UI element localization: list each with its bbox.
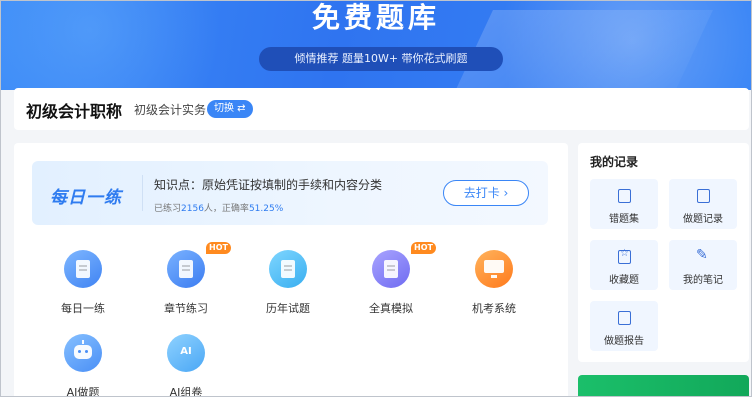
green-action-button[interactable] xyxy=(578,375,749,397)
practice-panel: 每日一练 知识点：原始凭证按填制的手续和内容分类 已练习2156人，正确率51.… xyxy=(14,143,568,397)
record-label: 收藏题 xyxy=(609,275,639,286)
history-icon xyxy=(697,189,710,203)
daily-practice-icon xyxy=(64,250,102,288)
record-label: 我的笔记 xyxy=(683,275,723,286)
mock-exam-icon xyxy=(372,250,410,288)
record-label: 做题记录 xyxy=(683,214,723,225)
knowledge-point: 知识点：原始凭证按填制的手续和内容分类 xyxy=(154,178,383,192)
practice-stats: 已练习2156人，正确率51.25% xyxy=(154,201,283,214)
record-favorites[interactable]: 收藏题 xyxy=(590,240,658,290)
feature-label: AI做题 xyxy=(66,386,100,397)
ai-paper-icon: AI xyxy=(167,334,205,372)
hero-banner: 免费题库 倾情推荐 题量10W+ 带你花式刷题 xyxy=(0,0,752,90)
feature-computer-exam[interactable]: 机考系统 xyxy=(454,250,534,320)
feature-chapter-practice[interactable]: HOT 章节练习 xyxy=(146,242,231,320)
feature-mock-exam[interactable]: HOT 全真模拟 xyxy=(351,242,436,320)
computer-exam-icon xyxy=(475,250,513,288)
feature-ai-paper[interactable]: AI AI组卷 xyxy=(146,334,226,397)
daily-practice-logo: 每日一练 xyxy=(50,188,122,208)
report-icon xyxy=(618,311,631,325)
feature-label: AI组卷 xyxy=(169,386,203,397)
notes-icon xyxy=(696,247,710,264)
hot-badge: HOT xyxy=(411,242,436,254)
chapter-practice-icon xyxy=(167,250,205,288)
robot-icon xyxy=(64,334,102,372)
accuracy-rate: 51.25% xyxy=(248,204,284,214)
daily-practice-card[interactable]: 每日一练 知识点：原始凭证按填制的手续和内容分类 已练习2156人，正确率51.… xyxy=(32,161,548,225)
current-subject: 初级会计实务 xyxy=(134,103,207,117)
divider xyxy=(142,175,143,211)
feature-label: 章节练习 xyxy=(164,302,208,315)
feature-label: 机考系统 xyxy=(472,302,516,315)
record-label: 错题集 xyxy=(609,214,639,225)
favorites-icon xyxy=(618,248,631,264)
hot-badge: HOT xyxy=(206,242,231,254)
practice-count: 2156 xyxy=(181,204,204,214)
feature-past-exams[interactable]: 历年试题 xyxy=(248,250,328,320)
banner-tagline: 倾情推荐 题量10W+ 带你花式刷题 xyxy=(259,47,503,71)
subject-title: 初级会计职称 xyxy=(26,102,123,121)
subject-bar: 初级会计职称 初级会计实务 切换 ⇄ xyxy=(14,88,749,130)
stats-prefix: 已练习 xyxy=(154,204,182,214)
feature-label: 历年试题 xyxy=(266,302,310,315)
my-records-panel: 我的记录 错题集 做题记录 收藏题 我的笔记 做题报告 xyxy=(578,143,749,362)
records-title: 我的记录 xyxy=(590,155,639,169)
feature-ai-practice[interactable]: AI做题 xyxy=(43,334,123,397)
banner-title: 免费题库 xyxy=(311,1,440,34)
record-label: 做题报告 xyxy=(604,336,644,347)
punch-in-button[interactable]: 去打卡 › xyxy=(443,180,529,206)
feature-label: 每日一练 xyxy=(61,302,105,315)
wrong-answers-icon xyxy=(618,189,631,203)
switch-subject-button[interactable]: 切换 ⇄ xyxy=(207,100,253,118)
past-exams-icon xyxy=(269,250,307,288)
record-history[interactable]: 做题记录 xyxy=(669,179,737,229)
stats-mid: 人，正确率 xyxy=(203,204,249,214)
record-report[interactable]: 做题报告 xyxy=(590,301,658,351)
ai-glyph: AI xyxy=(180,346,192,357)
record-notes[interactable]: 我的笔记 xyxy=(669,240,737,290)
feature-daily-practice[interactable]: 每日一练 xyxy=(43,250,123,320)
feature-label: 全真模拟 xyxy=(369,302,413,315)
record-wrong-answers[interactable]: 错题集 xyxy=(590,179,658,229)
